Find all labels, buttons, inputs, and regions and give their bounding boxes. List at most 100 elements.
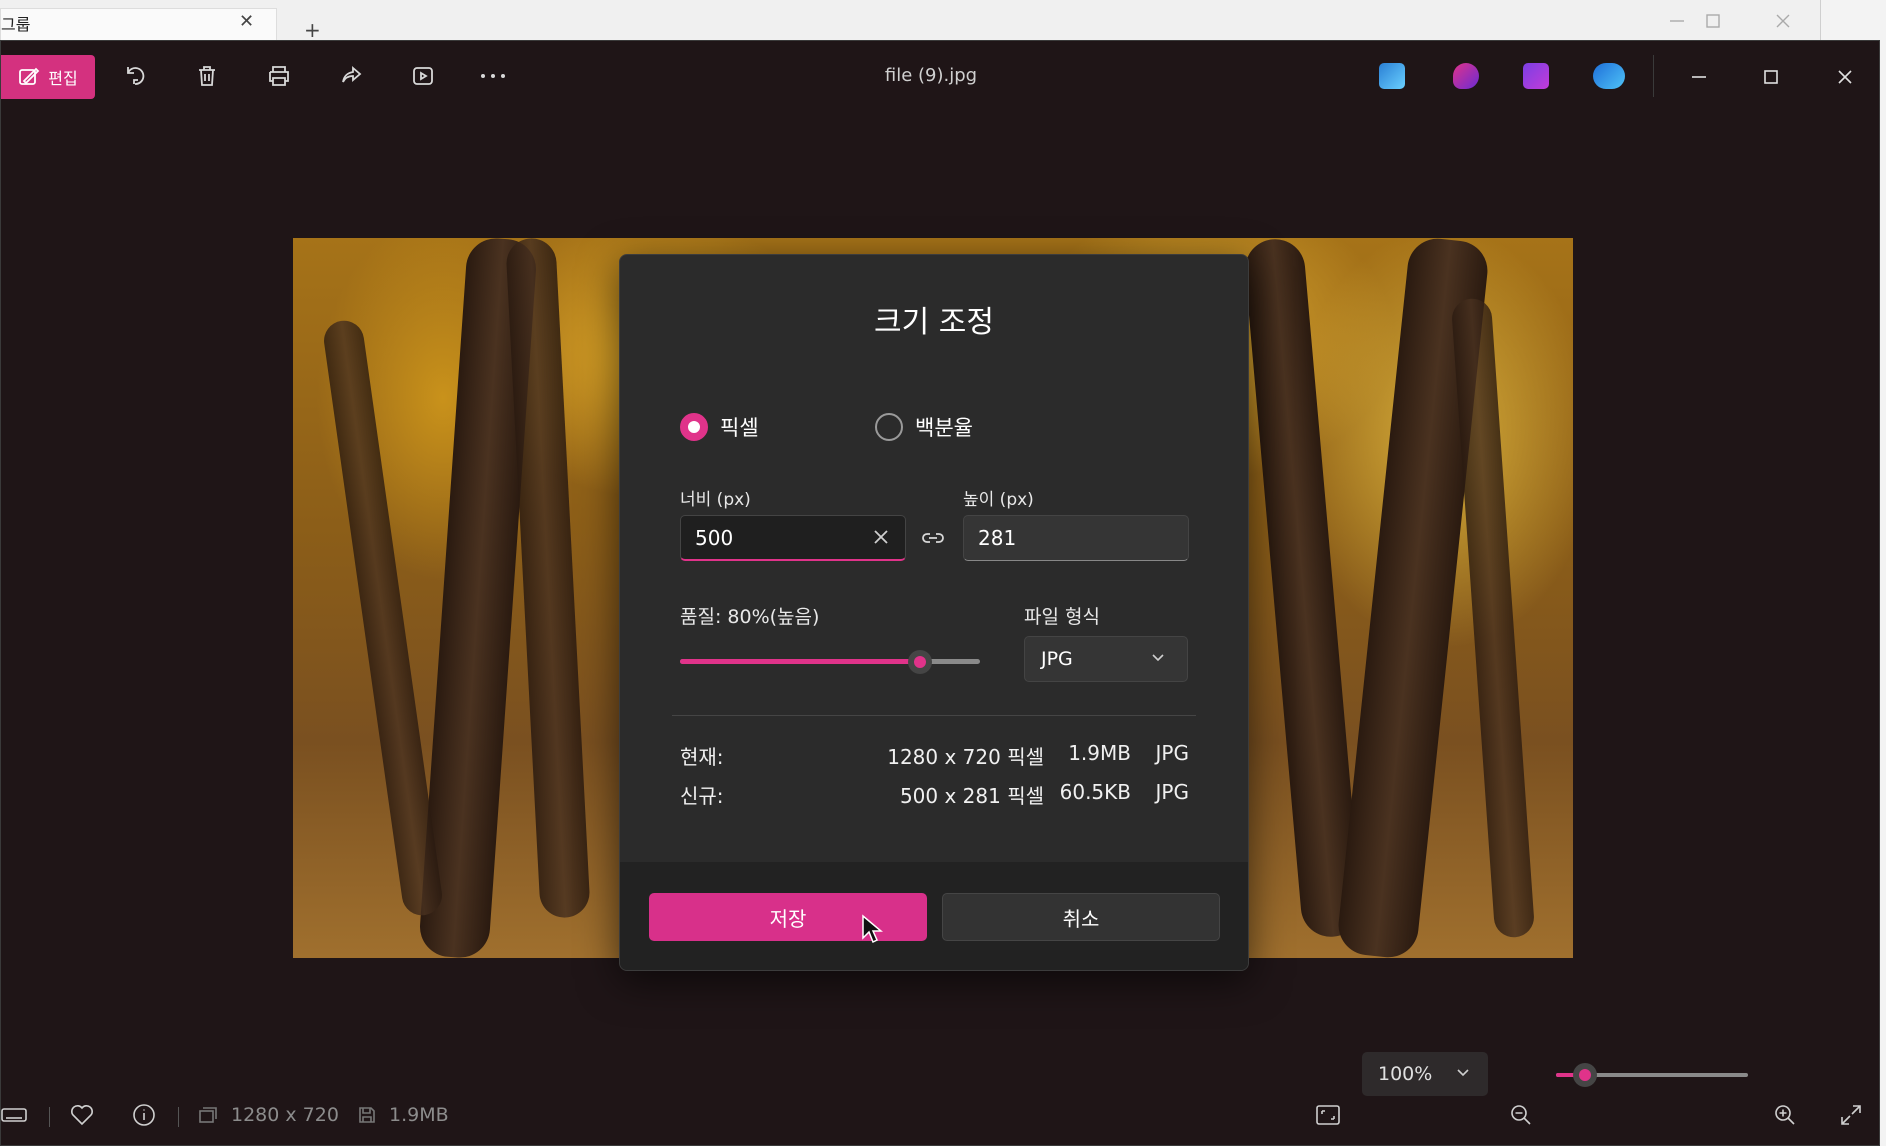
tree-trunk	[1450, 297, 1536, 939]
close-icon	[1838, 70, 1852, 84]
photos-app-window: 편집 file (9).jpg 크기 조정 픽셀 백분율 너비 (px) 높이 …	[0, 40, 1880, 1146]
aspect-lock-link-icon[interactable]	[920, 527, 946, 549]
zoom-slider[interactable]	[1556, 1063, 1748, 1087]
zoom-out-button[interactable]	[1509, 1085, 1533, 1145]
zoom-level-dropdown[interactable]: 100%	[1362, 1052, 1488, 1096]
image-dimensions-text: 1280 x 720	[231, 1104, 339, 1126]
image-file-size: 1.9MB	[357, 1085, 449, 1145]
print-button[interactable]	[259, 57, 299, 95]
dialog-title: 크기 조정	[874, 305, 994, 340]
tree-trunk	[505, 238, 591, 919]
new-tab-icon[interactable]: +	[304, 18, 321, 42]
video-editor-app-icon[interactable]	[1523, 63, 1549, 89]
new-dimensions: 500 x 281 픽셀	[899, 784, 1044, 808]
width-label: 너비 (px)	[680, 490, 751, 510]
status-bar: 1280 x 720 1.9MB	[1, 1085, 1879, 1145]
rotate-icon	[127, 67, 145, 85]
toolbar-separator	[1653, 55, 1654, 97]
background-maximize-icon[interactable]	[1704, 12, 1722, 35]
trash-icon	[199, 66, 215, 86]
background-window: 그룹 ✕ +	[0, 0, 1821, 42]
dialog-divider	[672, 715, 1196, 716]
slideshow-button[interactable]	[403, 57, 443, 95]
pixels-radio-dot[interactable]	[680, 413, 708, 441]
new-format: JPG	[1155, 780, 1189, 804]
fit-to-window-button[interactable]	[1315, 1085, 1341, 1145]
zoom-in-button[interactable]	[1773, 1085, 1797, 1145]
zoom-level-value: 100%	[1378, 1063, 1433, 1085]
pixels-radio-label: 픽셀	[720, 416, 759, 440]
close-button[interactable]	[1827, 59, 1863, 95]
heart-icon	[71, 1105, 93, 1126]
pixels-radio[interactable]: 픽셀	[680, 412, 759, 442]
quality-slider-thumb[interactable]	[908, 650, 932, 674]
zoom-out-icon	[1511, 1105, 1531, 1125]
background-tab[interactable]: 그룹 ✕	[0, 8, 277, 41]
play-icon	[413, 67, 433, 85]
zoom-slider-thumb[interactable]	[1572, 1063, 1597, 1087]
background-tab-close-icon[interactable]: ✕	[239, 11, 254, 32]
info-icon	[133, 1104, 155, 1126]
tree-trunk	[1242, 238, 1364, 940]
background-tab-title: 그룹	[1, 15, 31, 34]
share-icon	[342, 66, 362, 83]
width-input-value: 500	[695, 525, 734, 550]
width-input[interactable]: 500	[680, 515, 906, 561]
toolbar: 편집 file (9).jpg	[1, 41, 1879, 111]
background-minimize-icon[interactable]	[1668, 12, 1686, 35]
current-format: JPG	[1155, 741, 1189, 765]
height-label: 높이 (px)	[963, 490, 1034, 510]
file-format-value: JPG	[1041, 648, 1073, 670]
file-format-label: 파일 형식	[1024, 606, 1100, 628]
rotate-button[interactable]	[115, 57, 155, 95]
edit-image-icon	[19, 67, 40, 85]
percent-radio[interactable]: 백분율	[875, 412, 973, 442]
maximize-button[interactable]	[1753, 59, 1789, 95]
status-separator	[178, 1107, 179, 1127]
minimize-button[interactable]	[1681, 59, 1717, 95]
quality-slider[interactable]	[680, 650, 980, 674]
edit-button[interactable]: 편집	[1, 55, 95, 99]
minimize-icon	[1692, 76, 1706, 78]
file-title: file (9).jpg	[884, 65, 978, 86]
printer-icon	[269, 66, 289, 86]
clipchamp-app-icon[interactable]	[1453, 63, 1479, 89]
fit-window-icon	[1316, 1105, 1340, 1125]
filmstrip-button[interactable]	[1, 1085, 27, 1145]
clear-width-icon[interactable]	[871, 527, 891, 547]
chevron-down-icon	[1457, 1069, 1469, 1077]
height-input[interactable]: 281	[963, 515, 1189, 561]
cancel-button[interactable]: 취소	[942, 893, 1220, 941]
chevron-down-icon	[1152, 654, 1164, 662]
more-button[interactable]	[473, 57, 513, 95]
delete-button[interactable]	[187, 57, 227, 95]
save-button[interactable]: 저장	[649, 893, 927, 941]
save-disk-icon	[359, 1107, 375, 1123]
new-file-size: 60.5KB	[1059, 780, 1131, 804]
maximize-icon	[1764, 70, 1778, 84]
info-button[interactable]	[131, 1085, 157, 1145]
resolution-icon	[199, 1107, 217, 1123]
resize-dialog: 크기 조정 픽셀 백분율 너비 (px) 높이 (px) 500 281 품질:…	[619, 254, 1249, 971]
file-format-dropdown[interactable]: JPG	[1024, 636, 1188, 682]
quality-label: 품질: 80%(높음)	[680, 606, 820, 628]
image-dimensions: 1280 x 720	[197, 1085, 339, 1145]
current-file-size: 1.9MB	[1068, 741, 1131, 765]
height-input-value: 281	[978, 526, 1017, 550]
current-info-row: 현재: 1280 x 720 픽셀 1.9MB JPG	[680, 741, 1189, 771]
favorite-button[interactable]	[69, 1085, 95, 1145]
mouse-cursor-icon	[862, 914, 883, 944]
share-button[interactable]	[331, 57, 371, 95]
percent-radio-dot[interactable]	[875, 413, 903, 441]
new-info-row: 신규: 500 x 281 픽셀 60.5KB JPG	[680, 780, 1189, 810]
new-label: 신규:	[680, 784, 724, 808]
current-dimensions: 1280 x 720 픽셀	[887, 745, 1044, 769]
background-close-icon[interactable]	[1774, 12, 1792, 35]
full-screen-button[interactable]	[1839, 1085, 1863, 1145]
designer-app-icon[interactable]	[1379, 63, 1405, 89]
onedrive-icon[interactable]	[1593, 63, 1625, 89]
filmstrip-icon	[1, 1108, 27, 1122]
edit-button-label: 편집	[48, 69, 78, 88]
quality-slider-fill	[680, 659, 920, 664]
zoom-in-icon	[1775, 1105, 1795, 1125]
